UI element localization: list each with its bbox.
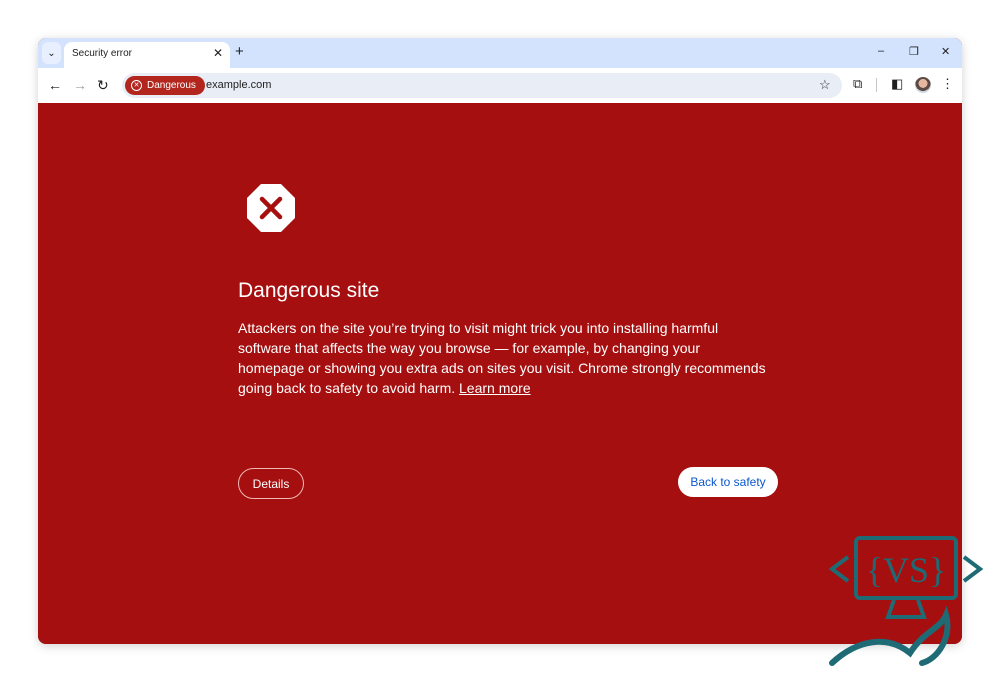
page-heading: Dangerous site bbox=[238, 279, 380, 302]
restore-button[interactable]: ❐ bbox=[909, 45, 919, 58]
new-tab-button[interactable]: + bbox=[235, 43, 244, 60]
minimize-button[interactable]: – bbox=[878, 45, 884, 57]
back-arrow-icon[interactable]: ← bbox=[48, 77, 62, 93]
address-bar[interactable]: ✕ Dangerous example.com ☆ bbox=[122, 73, 842, 98]
interstitial-page: Dangerous site Attackers on the site you… bbox=[38, 103, 962, 644]
kebab-menu-icon[interactable]: ⋮ bbox=[941, 76, 954, 92]
tab-security-error[interactable]: Security error ✕ bbox=[64, 42, 230, 68]
extensions-puzzle-icon[interactable]: ⧉ bbox=[853, 76, 862, 92]
toolbar-divider bbox=[876, 78, 877, 92]
close-window-button[interactable]: ✕ bbox=[941, 45, 950, 58]
watermark-logo-icon: {VS} bbox=[828, 536, 984, 666]
warning-description: Attackers on the site you’re trying to v… bbox=[238, 318, 768, 398]
close-tab-icon[interactable]: ✕ bbox=[213, 46, 223, 60]
chevron-down-icon: ⌄ bbox=[47, 47, 56, 59]
chip-label: Dangerous bbox=[147, 80, 196, 91]
tab-search-button[interactable]: ⌄ bbox=[42, 42, 61, 64]
tab-title: Security error bbox=[72, 48, 133, 59]
side-panel-icon[interactable]: ◧ bbox=[891, 76, 903, 92]
tab-strip: ⌄ Security error ✕ + – ❐ ✕ bbox=[38, 38, 962, 68]
stop-octagon-x-icon bbox=[247, 184, 295, 232]
bookmark-star-icon[interactable]: ☆ bbox=[819, 77, 831, 93]
back-to-safety-button[interactable]: Back to safety bbox=[678, 467, 778, 497]
svg-text:{VS}: {VS} bbox=[866, 550, 947, 590]
details-button[interactable]: Details bbox=[238, 468, 304, 499]
learn-more-link[interactable]: Learn more bbox=[459, 380, 531, 396]
url-text[interactable]: example.com bbox=[206, 79, 271, 91]
browser-window: ⌄ Security error ✕ + – ❐ ✕ ← → ↻ ✕ Dange… bbox=[38, 38, 962, 644]
browser-toolbar: ← → ↻ ✕ Dangerous example.com ☆ ⧉ ◧ ⋮ bbox=[38, 68, 962, 103]
forward-arrow-icon[interactable]: → bbox=[73, 77, 87, 93]
profile-avatar[interactable] bbox=[915, 77, 931, 93]
danger-circle-x-icon: ✕ bbox=[131, 80, 142, 91]
dangerous-site-chip[interactable]: ✕ Dangerous bbox=[125, 76, 205, 95]
reload-icon[interactable]: ↻ bbox=[97, 77, 109, 94]
